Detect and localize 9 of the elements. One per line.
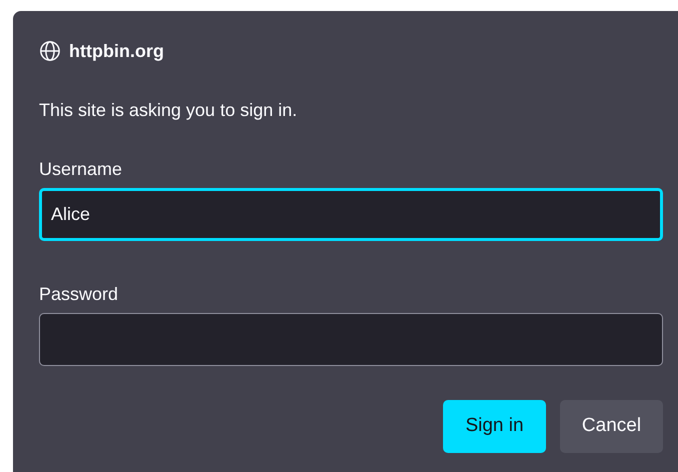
cancel-button[interactable]: Cancel: [560, 400, 663, 453]
field-label: Password: [39, 283, 120, 306]
globe-icon: [39, 40, 61, 62]
input-field[interactable]: Alice: [39, 188, 663, 241]
sign-in-button[interactable]: Sign in: [443, 400, 546, 453]
site-name: httpbin.org: [69, 40, 164, 63]
input-field[interactable]: [39, 313, 663, 366]
field-label: Username: [39, 158, 124, 181]
prompt-message: This site is asking you to sign in.: [39, 99, 298, 122]
